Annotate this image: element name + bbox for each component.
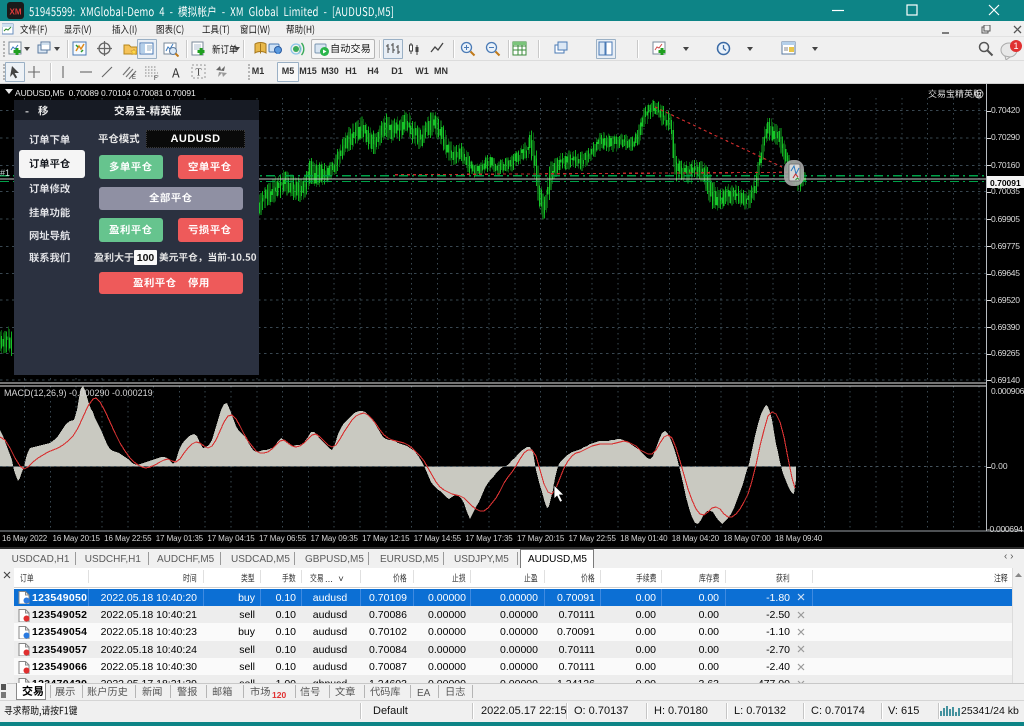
svg-text:T: T — [195, 68, 201, 79]
svg-text:XM: XM — [10, 8, 22, 17]
svg-text:1: 1 — [1013, 41, 1018, 51]
svg-text:F: F — [154, 76, 158, 80]
svg-text:E: E — [132, 75, 136, 80]
